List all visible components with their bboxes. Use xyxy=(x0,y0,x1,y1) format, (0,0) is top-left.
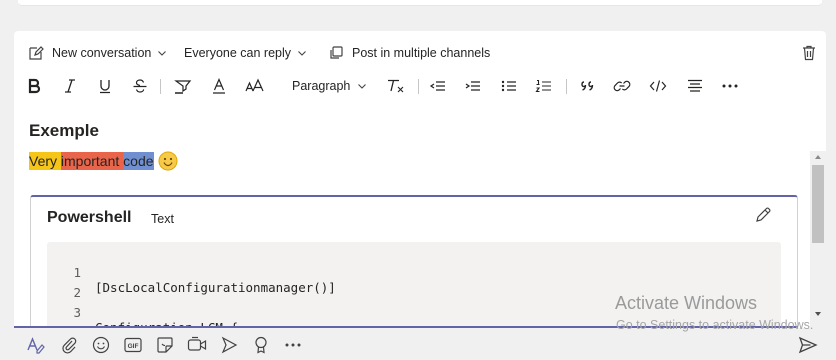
send-icon xyxy=(798,336,818,354)
chevron-down-icon xyxy=(297,48,307,58)
new-conversation-button[interactable]: New conversation xyxy=(28,44,167,62)
compose-box: New conversation Everyone can reply Post… xyxy=(14,31,826,328)
code-body[interactable]: 1 [DscLocalConfigurationmanager()] 2 3 C… xyxy=(47,242,781,328)
meet-now-icon xyxy=(187,336,207,354)
italic-button[interactable] xyxy=(60,75,80,97)
italic-icon xyxy=(63,78,77,94)
gif-button[interactable]: GIF xyxy=(122,335,144,355)
highlighted-text-line[interactable]: Very important code xyxy=(29,151,178,171)
compose-action-bar: GIF xyxy=(0,330,836,360)
send-button[interactable] xyxy=(797,335,819,355)
quote-icon xyxy=(580,78,596,94)
scrollbar-thumb[interactable] xyxy=(812,165,824,243)
svg-text:GIF: GIF xyxy=(128,343,139,350)
font-color-button[interactable] xyxy=(208,75,230,97)
scroll-up-arrow-icon[interactable] xyxy=(815,155,821,159)
strikethrough-icon xyxy=(132,78,148,94)
pencil-icon xyxy=(755,207,771,227)
chevron-down-icon xyxy=(357,81,367,91)
font-size-button[interactable] xyxy=(243,75,267,97)
sticker-icon xyxy=(156,336,174,354)
activate-windows-subtitle: Go to Settings to activate Windows. xyxy=(616,318,814,332)
bold-icon xyxy=(27,78,41,94)
more-options-icon xyxy=(721,83,739,89)
more-options-icon xyxy=(284,342,302,348)
reply-scope-dropdown[interactable]: Everyone can reply xyxy=(184,44,307,62)
link-icon xyxy=(613,78,631,94)
meet-now-button[interactable] xyxy=(186,335,208,355)
multiple-channels-icon xyxy=(328,45,344,61)
increase-indent-button[interactable] xyxy=(462,75,484,97)
compose-header-toolbar: New conversation Everyone can reply Post… xyxy=(14,31,826,75)
code-line: 3 Configuration LCM { xyxy=(47,290,238,328)
attach-button[interactable] xyxy=(58,335,80,355)
highlight-icon xyxy=(174,78,192,94)
decrease-indent-icon xyxy=(429,78,447,94)
message-heading[interactable]: Exemple xyxy=(29,121,99,141)
emoji-icon xyxy=(92,336,110,354)
numbered-list-button[interactable] xyxy=(533,75,555,97)
link-button[interactable] xyxy=(611,75,633,97)
quote-button[interactable] xyxy=(577,75,599,97)
post-multiple-label: Post in multiple channels xyxy=(352,46,491,60)
format-button[interactable] xyxy=(25,335,47,355)
post-multiple-channels-button[interactable]: Post in multiple channels xyxy=(328,44,490,62)
highlight-button[interactable] xyxy=(172,75,194,97)
toolbar-divider xyxy=(566,79,567,94)
align-button[interactable] xyxy=(684,75,706,97)
bulleted-list-icon xyxy=(500,78,518,94)
strikethrough-button[interactable] xyxy=(130,75,150,97)
emoji-button[interactable] xyxy=(90,335,112,355)
praise-button[interactable] xyxy=(250,335,272,355)
font-size-icon xyxy=(245,78,265,94)
format-icon xyxy=(26,336,46,354)
code-snippet-icon xyxy=(649,78,667,94)
more-actions-button[interactable] xyxy=(282,335,304,355)
compose-edit-icon xyxy=(28,45,44,61)
clear-formatting-icon xyxy=(386,78,406,94)
sticker-button[interactable] xyxy=(154,335,176,355)
more-format-options-button[interactable] xyxy=(719,75,741,97)
clear-formatting-button[interactable] xyxy=(385,75,407,97)
scroll-down-arrow-icon[interactable] xyxy=(815,312,821,316)
trash-icon xyxy=(802,45,816,61)
previous-message-card xyxy=(18,0,822,6)
code-snippet-title: Powershell xyxy=(47,209,132,226)
format-toolbar: Paragraph xyxy=(14,75,826,99)
activate-windows-title: Activate Windows xyxy=(615,293,758,313)
bulleted-list-button[interactable] xyxy=(498,75,520,97)
reply-scope-label: Everyone can reply xyxy=(184,46,292,60)
new-conversation-label: New conversation xyxy=(52,46,152,60)
smile-emoji-icon xyxy=(158,151,178,171)
code-language-label: Text xyxy=(151,212,174,226)
chevron-down-icon xyxy=(157,48,167,58)
toolbar-divider xyxy=(160,79,161,94)
gif-icon: GIF xyxy=(124,337,142,353)
numbered-list-icon xyxy=(535,78,553,94)
praise-icon xyxy=(253,336,269,354)
code-line: 1 [DscLocalConfigurationmanager()] xyxy=(47,250,335,295)
highlight-yellow-text: Very xyxy=(29,152,61,170)
underline-icon xyxy=(98,78,112,94)
increase-indent-icon xyxy=(464,78,482,94)
edit-code-button[interactable] xyxy=(755,207,771,228)
align-icon xyxy=(686,78,704,94)
font-color-icon xyxy=(211,78,227,94)
code-snippet-button[interactable] xyxy=(647,75,669,97)
underline-button[interactable] xyxy=(95,75,115,97)
paragraph-dropdown[interactable]: Paragraph xyxy=(286,75,367,97)
line-content: [DscLocalConfigurationmanager()] xyxy=(95,280,336,295)
paragraph-label: Paragraph xyxy=(292,79,351,93)
highlight-red-text: important xyxy=(60,152,124,170)
decrease-indent-button[interactable] xyxy=(427,75,449,97)
toolbar-divider xyxy=(418,79,419,94)
bold-button[interactable] xyxy=(24,75,44,97)
stream-icon xyxy=(220,336,238,354)
highlight-blue-text: code xyxy=(123,152,154,170)
delete-button[interactable] xyxy=(802,44,816,62)
attach-icon xyxy=(61,336,77,354)
code-line: 2 xyxy=(47,270,107,300)
stream-button[interactable] xyxy=(218,335,240,355)
